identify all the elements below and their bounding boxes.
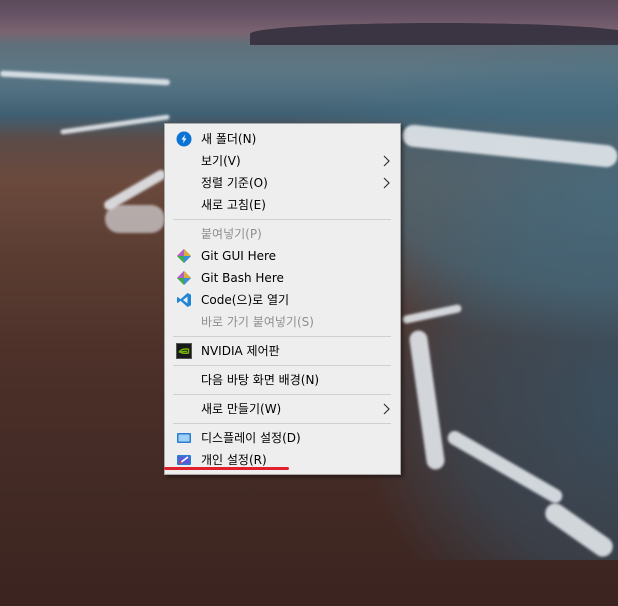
menu-item-nvidia-control-panel[interactable]: NVIDIA 제어판: [166, 340, 399, 362]
nvidia-icon: [176, 343, 192, 359]
menu-item-open-with-code[interactable]: Code(으)로 열기: [166, 289, 399, 311]
menu-separator: [173, 336, 391, 337]
menu-item-git-bash[interactable]: Git Bash Here: [166, 267, 399, 289]
chevron-right-icon: [383, 403, 390, 415]
display-icon: [177, 433, 191, 443]
menu-item-git-gui[interactable]: Git GUI Here: [166, 245, 399, 267]
menu-item-paste[interactable]: 붙여넣기(P): [166, 223, 399, 245]
menu-item-paste-shortcut[interactable]: 바로 가기 붙여넣기(S): [166, 311, 399, 333]
menu-item-label: 새 폴더(N): [201, 132, 257, 146]
menu-separator: [173, 394, 391, 395]
git-icon: [177, 249, 191, 263]
menu-item-display-settings[interactable]: 디스플레이 설정(D): [166, 427, 399, 449]
menu-item-label: 바로 가기 붙여넣기(S): [201, 315, 314, 329]
menu-item-label: Git GUI Here: [201, 249, 277, 263]
menu-item-label: 개인 설정(R): [201, 453, 267, 467]
menu-separator: [173, 219, 391, 220]
menu-item-new[interactable]: 새로 만들기(W): [166, 398, 399, 420]
menu-item-next-desktop-background[interactable]: 다음 바탕 화면 배경(N): [166, 369, 399, 391]
menu-separator: [173, 423, 391, 424]
menu-item-label: NVIDIA 제어판: [201, 344, 280, 358]
menu-item-label: 새로 만들기(W): [201, 402, 282, 416]
menu-item-label: 다음 바탕 화면 배경(N): [201, 373, 320, 387]
menu-separator: [173, 365, 391, 366]
chevron-right-icon: [383, 155, 390, 167]
vscode-icon: [177, 293, 191, 307]
menu-item-label: Code(으)로 열기: [201, 293, 290, 307]
git-icon: [177, 271, 191, 285]
menu-item-refresh[interactable]: 새로 고침(E): [166, 194, 399, 216]
menu-item-label: 정렬 기준(O): [201, 176, 268, 190]
menu-item-label: 디스플레이 설정(D): [201, 431, 301, 445]
menu-item-new-folder[interactable]: 새 폴더(N): [166, 128, 399, 150]
menu-item-label: 새로 고침(E): [201, 198, 266, 212]
chevron-right-icon: [383, 177, 390, 189]
menu-item-label: 붙여넣기(P): [201, 227, 262, 241]
highlight-underline: [164, 467, 289, 470]
desktop-context-menu: 새 폴더(N) 보기(V) 정렬 기준(O) 새로 고침(E) 붙여넣기(P) …: [164, 123, 401, 475]
new-folder-icon: [176, 131, 192, 147]
menu-item-view[interactable]: 보기(V): [166, 150, 399, 172]
menu-item-sort-by[interactable]: 정렬 기준(O): [166, 172, 399, 194]
menu-item-label: Git Bash Here: [201, 271, 284, 285]
personalize-icon: [177, 455, 191, 465]
wave-foam: [105, 205, 165, 233]
menu-item-label: 보기(V): [201, 154, 241, 168]
